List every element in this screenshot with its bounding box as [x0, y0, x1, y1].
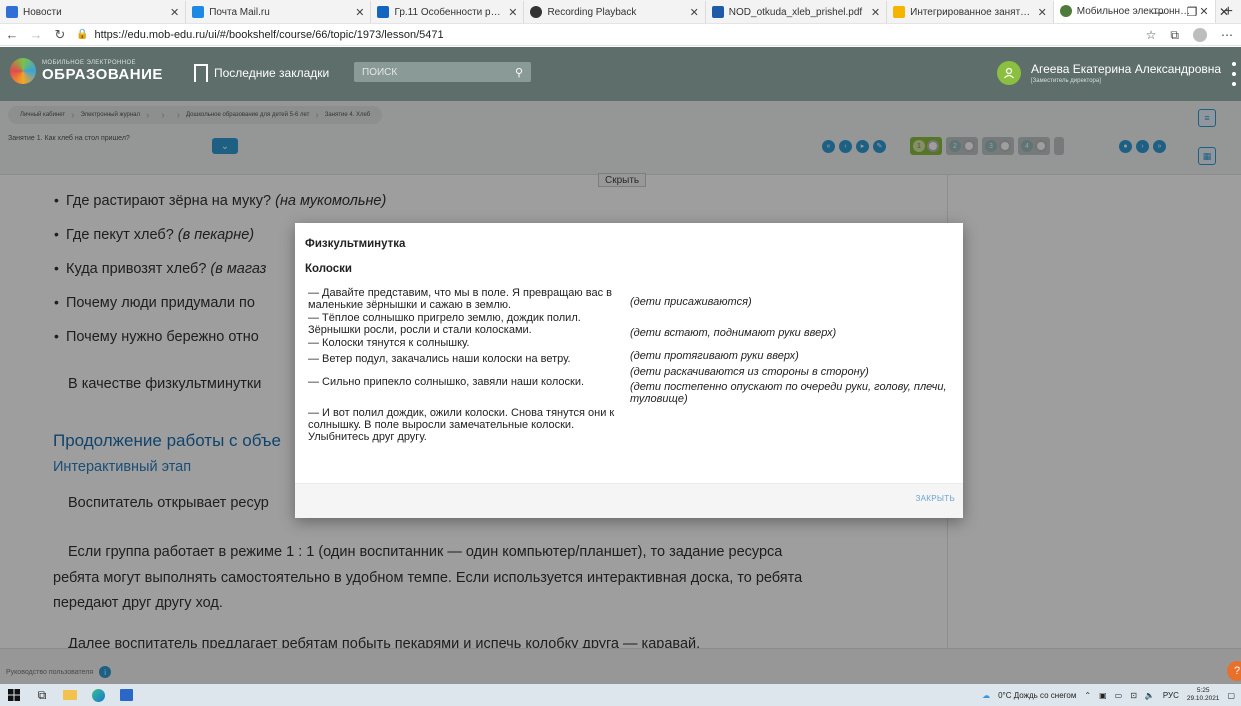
- user-name[interactable]: Агеева Екатерина Александровна: [1031, 62, 1221, 76]
- tab-title: Recording Playback: [547, 6, 637, 18]
- mob-edu-favicon-icon: [1059, 5, 1072, 17]
- notifications-icon[interactable]: ▢: [1227, 691, 1235, 700]
- search-input[interactable]: [362, 66, 515, 78]
- tab-title: Новости: [23, 6, 62, 18]
- browser-tab[interactable]: Recording Playback ✕: [524, 1, 706, 23]
- restore-icon[interactable]: ❐: [1175, 0, 1209, 24]
- user-avatar[interactable]: [997, 61, 1021, 85]
- pdf-favicon-icon: [711, 6, 724, 18]
- bookmark-icon: [194, 64, 208, 88]
- drive-favicon-icon: [893, 6, 906, 18]
- modal-subtitle: Колоски: [305, 263, 353, 275]
- close-tab-icon[interactable]: ✕: [1038, 6, 1047, 19]
- action-note: (дети протягивают руки вверх): [630, 350, 799, 362]
- windows-start-icon[interactable]: [0, 684, 28, 706]
- tray-app-icon[interactable]: ▣: [1099, 691, 1107, 700]
- news-favicon-icon: [6, 6, 18, 18]
- logo-big-text: ОБРАЗОВАНИЕ: [42, 65, 163, 83]
- tab-title: Интегрированное занятие по с: [910, 6, 1033, 18]
- poem-line: — Тёплое солнышко пригрело землю, дождик…: [308, 312, 581, 336]
- poem-line: — И вот полил дождик, ожили колоски. Сно…: [308, 407, 615, 443]
- exercise-modal: Физкультминутка Колоски — Давайте предст…: [295, 223, 963, 518]
- task-view-icon[interactable]: ⧉: [28, 684, 56, 706]
- close-tab-icon[interactable]: ✕: [355, 6, 364, 19]
- action-note: (дети раскачиваются из стороны в сторону…: [630, 366, 869, 378]
- doc-favicon-icon: [377, 6, 390, 18]
- clock-time: 5:25: [1196, 687, 1210, 694]
- recent-bookmarks-button[interactable]: Последние закладки: [194, 64, 330, 88]
- tab-title: Почта Mail.ru: [209, 6, 270, 18]
- edge-browser-icon[interactable]: [84, 684, 112, 706]
- tray-chevron-up-icon[interactable]: ⌃: [1084, 691, 1091, 700]
- back-arrow-icon[interactable]: ←: [0, 24, 24, 46]
- browser-tab[interactable]: Интегрированное занятие по с ✕: [887, 1, 1054, 23]
- close-window-icon[interactable]: ✕: [1207, 0, 1241, 24]
- user-role: [Заместитель директора]: [1031, 78, 1101, 84]
- profile-avatar[interactable]: [1193, 28, 1207, 42]
- lock-icon: 🔒: [76, 29, 89, 40]
- recording-favicon-icon: [530, 6, 543, 18]
- clock[interactable]: 5:25 29.10.2021: [1187, 687, 1220, 703]
- action-note: (дети постепенно опускают по очереди рук…: [630, 381, 947, 405]
- taskbar: ⧉ ☁ 0°C Дождь со снегом ⌃ ▣ ▭ ⊡ 🔈 РУС 5:…: [0, 684, 1241, 706]
- action-note: (дети встают, поднимают руки вверх): [630, 327, 837, 339]
- browser-tab[interactable]: NOD_otkuda_xleb_prishel.pdf ✕: [706, 1, 888, 23]
- header-menu-icon[interactable]: [1231, 62, 1237, 86]
- language-indicator[interactable]: РУС: [1163, 691, 1179, 700]
- user-icon: [1004, 67, 1014, 79]
- logo-mark-icon: [10, 58, 36, 84]
- forward-arrow-icon[interactable]: →: [24, 24, 48, 46]
- minimize-icon[interactable]: —: [1141, 0, 1175, 24]
- browser-tab[interactable]: Почта Mail.ru ✕: [186, 1, 372, 23]
- close-tab-icon[interactable]: ✕: [170, 6, 179, 19]
- poem-line: — Сильно припекло солнышко, завяли наши …: [308, 376, 585, 388]
- reload-icon[interactable]: ↻: [48, 24, 72, 46]
- poem-line: — Ветер подул, закачались наши колоски н…: [308, 353, 571, 365]
- mail-favicon-icon: [192, 6, 205, 18]
- search-box: ⚲: [354, 62, 531, 82]
- tab-title: NOD_otkuda_xleb_prishel.pdf: [728, 6, 863, 18]
- more-menu-icon[interactable]: ⋯: [1221, 28, 1233, 42]
- url-text: https://edu.mob-edu.ru/ui/#/bookshelf/co…: [94, 28, 444, 41]
- battery-icon[interactable]: ▭: [1115, 691, 1123, 700]
- search-icon[interactable]: ⚲: [515, 66, 523, 79]
- file-explorer-icon[interactable]: [56, 684, 84, 706]
- modal-title: Физкультминутка: [305, 238, 406, 250]
- collections-icon[interactable]: ⧉: [1170, 28, 1179, 43]
- close-tab-icon[interactable]: ✕: [871, 6, 880, 19]
- poem-line: — Колоски тянутся к солнышку.: [308, 337, 470, 349]
- close-button[interactable]: ЗАКРЫТЬ: [916, 494, 955, 503]
- help-icon[interactable]: ?: [1227, 661, 1241, 681]
- clock-date: 29.10.2021: [1186, 695, 1220, 702]
- url-field[interactable]: 🔒 https://edu.mob-edu.ru/ui/#/bookshelf/…: [76, 29, 444, 41]
- word-app-icon[interactable]: [112, 684, 140, 706]
- tab-title: Гр.11 Особенности реализаци: [394, 6, 504, 18]
- address-bar: ← → ↻ 🔒 https://edu.mob-edu.ru/ui/#/book…: [0, 24, 1241, 46]
- close-tab-icon[interactable]: ✕: [508, 6, 517, 19]
- app-logo[interactable]: МОБИЛЬНОЕ ЭЛЕКТРОННОЕ ОБРАЗОВАНИЕ: [10, 58, 163, 84]
- bookmarks-label: Последние закладки: [214, 66, 330, 80]
- weather-text[interactable]: 0°C Дождь со снегом: [998, 691, 1076, 700]
- weather-icon: ☁: [982, 690, 991, 700]
- modal-footer: ЗАКРЫТЬ: [295, 483, 963, 518]
- browser-tab-bar: Новости ✕ Почта Mail.ru ✕ Гр.11 Особенно…: [0, 0, 1241, 24]
- browser-tab[interactable]: Новости ✕: [0, 1, 187, 23]
- volume-icon[interactable]: 🔈: [1145, 691, 1155, 700]
- close-tab-icon[interactable]: ✕: [690, 6, 699, 19]
- browser-tab[interactable]: Гр.11 Особенности реализаци ✕: [371, 1, 525, 23]
- poem-line: — Давайте представим, что мы в поле. Я п…: [308, 287, 612, 311]
- network-icon[interactable]: ⊡: [1130, 691, 1137, 700]
- action-note: (дети присаживаются): [630, 296, 752, 308]
- favorite-star-icon[interactable]: ☆: [1146, 28, 1157, 42]
